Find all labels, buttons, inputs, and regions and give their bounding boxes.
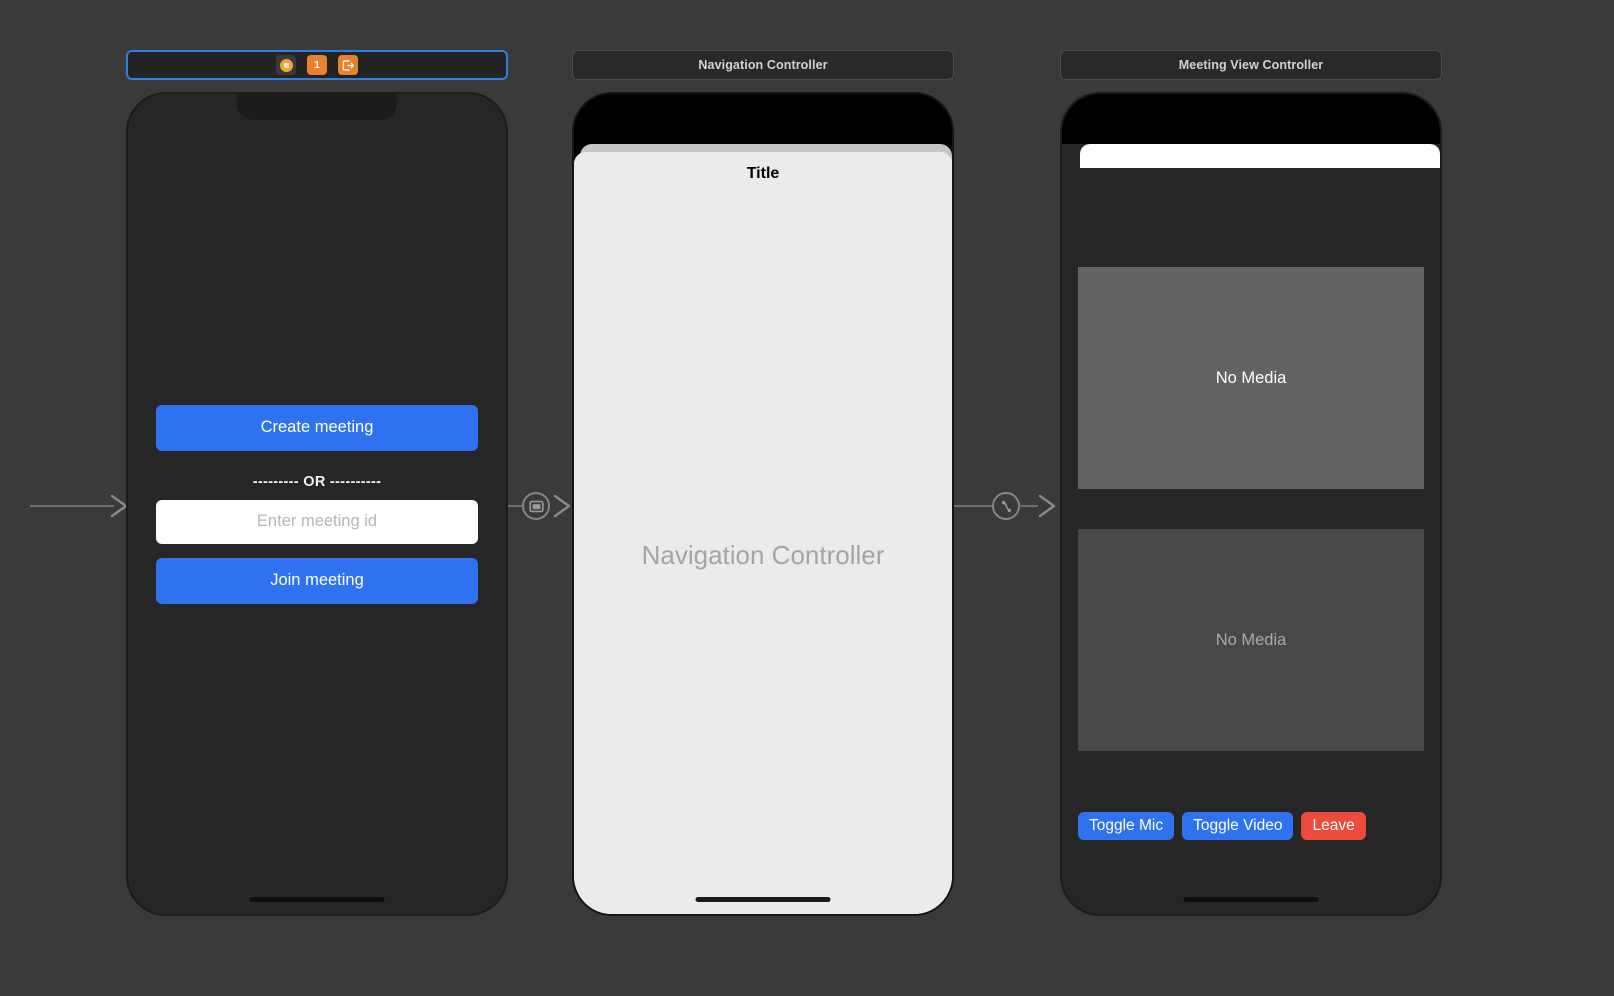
relationship-glyph [1001,500,1011,512]
device-notch [237,94,397,120]
home-indicator [249,897,385,902]
relationship-segue-icon[interactable] [992,492,1020,520]
entry-point-line [30,505,114,507]
segue-arrowhead [553,494,571,518]
navigation-bar: Title [574,152,952,196]
media-tile-remote[interactable]: No Media [1078,529,1424,751]
present-modally-segue-icon[interactable] [522,492,550,520]
device-frame-navigation: Title Navigation Controller [572,92,954,916]
scene-dock-icons: 1 [276,55,358,75]
segue-navigation-to-meeting[interactable] [954,478,1064,534]
segue-rectangle-glyph [528,500,544,512]
device-frame-entry: Create meeting --------- OR ---------- J… [126,92,508,916]
first-responder-glyph: 1 [314,59,320,71]
scene-dock-entry[interactable]: 1 [126,50,508,80]
navigation-card: Title Navigation Controller [574,152,952,914]
storyboard-canvas[interactable]: 1 Create meeting --------- OR ---------- [0,0,1614,996]
relationship-line-left [954,505,994,507]
navigation-screen: Title Navigation Controller [574,94,952,914]
toggle-video-button[interactable]: Toggle Video [1182,812,1294,841]
create-meeting-button[interactable]: Create meeting [156,404,478,451]
exit-icon[interactable] [338,55,358,75]
scene-dock-title: Meeting View Controller [1178,58,1324,72]
storyboard-entry-point-arrow [30,478,130,534]
presented-card-edge [1080,144,1440,168]
navigation-body: Navigation Controller [574,196,952,914]
toggle-mic-button[interactable]: Toggle Mic [1078,812,1175,841]
home-indicator [695,897,831,902]
media-tile-local[interactable]: No Media [1078,267,1424,489]
meeting-screen: No Media No Media Toggle Mic Toggle Vide… [1062,94,1440,914]
navigation-body-label: Navigation Controller [641,539,885,570]
leave-button[interactable]: Leave [1301,812,1366,841]
home-indicator [1183,897,1319,902]
meeting-id-input[interactable] [156,499,478,544]
scene-meeting-view-controller[interactable]: Meeting View Controller No Media No Medi… [1060,50,1442,916]
scene-navigation-controller[interactable]: Navigation Controller Title Navigation C… [572,50,954,916]
segue-line-left [508,505,524,507]
media-tile-label: No Media [1215,630,1287,649]
relationship-line-right [1018,505,1038,507]
meeting-controls-bar: Toggle Mic Toggle Video Leave [1078,812,1424,841]
media-tile-label: No Media [1215,368,1287,387]
or-separator-label: --------- OR ---------- [252,473,382,490]
scene-dock-title: Navigation Controller [698,58,828,72]
first-responder-icon[interactable]: 1 [307,55,327,75]
view-controller-icon[interactable] [276,55,296,75]
segue-entry-to-navigation[interactable] [508,478,576,534]
scene-entry-view-controller[interactable]: 1 Create meeting --------- OR ---------- [126,50,508,916]
entry-screen: Create meeting --------- OR ---------- J… [128,94,506,914]
device-frame-meeting: No Media No Media Toggle Mic Toggle Vide… [1060,92,1442,916]
scene-dock-navigation[interactable]: Navigation Controller [572,50,954,80]
navigation-bar-title: Title [746,165,780,182]
join-meeting-button[interactable]: Join meeting [156,557,478,604]
exit-glyph [342,59,354,71]
status-bar-area [574,94,952,148]
relationship-arrowhead [1038,494,1056,518]
scene-dock-meeting[interactable]: Meeting View Controller [1060,50,1442,80]
view-controller-glyph [279,58,293,72]
status-bar-area [1062,94,1440,144]
